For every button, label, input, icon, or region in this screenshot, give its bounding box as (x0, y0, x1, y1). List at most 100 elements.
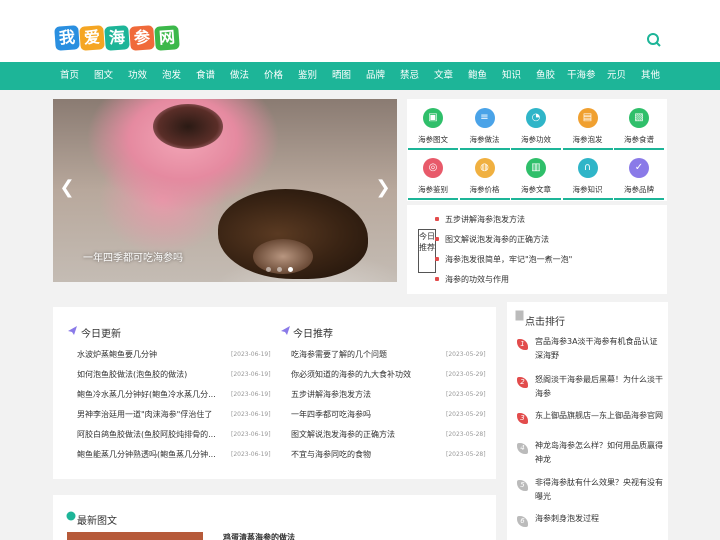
today-pick-link[interactable]: 图文解说泡发海参的正确方法 (435, 234, 549, 245)
site-logo[interactable]: 我爱海参网 (54, 25, 180, 51)
category-label: 海参做法 (459, 134, 510, 150)
category-item[interactable]: ✓ 海参品牌 (614, 158, 664, 200)
nav-item[interactable]: 图文 (94, 62, 113, 90)
rank-link[interactable]: 宫品海参3A淡干海参有机食品认证深海野 (535, 335, 663, 363)
rank-link[interactable]: 非得海参肽有什么效果？央视有没有曝光 (535, 476, 663, 504)
recommend-link[interactable]: 你必须知道的海参的九大食补功效 (291, 369, 431, 380)
document-icon: ▥ (526, 158, 546, 178)
rank-link[interactable]: 海参刺身泡发过程 (535, 512, 663, 526)
recommend-link[interactable]: 五步讲解海参泡发方法 (291, 389, 431, 400)
today-tag: 今日推荐 (418, 229, 436, 273)
nav-item[interactable]: 禁忌 (400, 62, 419, 90)
rank-link[interactable]: 怒阁淡干海参最后黑幕！为什么淡干海参 (535, 373, 663, 401)
recommend-date: [2023-05-29] (446, 391, 486, 398)
recommend-date: [2023-05-28] (446, 451, 486, 458)
category-label: 海参鉴别 (408, 184, 458, 200)
rank-number: 2 (517, 377, 528, 388)
nav-item[interactable]: 品牌 (366, 62, 385, 90)
today-pick-link[interactable]: 五步讲解海参泡发方法 (435, 214, 525, 225)
latest-link[interactable]: 如何泡鱼胶做法(泡鱼胶的做法) (77, 369, 225, 380)
nav-item[interactable]: 鲍鱼 (468, 62, 487, 90)
latest-date: [2023-06-19] (231, 431, 271, 438)
banner-caption[interactable]: 一年四季都可吃海参吗 (83, 249, 183, 264)
nav-item[interactable]: 做法 (230, 62, 249, 90)
latest-link[interactable]: 鲍鱼冷水蒸几分钟好(鲍鱼冷水蒸几分... (77, 389, 225, 400)
recommend-date: [2023-05-29] (446, 351, 486, 358)
category-label: 海参泡发 (562, 134, 613, 150)
today-picks-panel: 今日推荐 五步讲解海参泡发方法图文解说泡发海参的正确方法海参泡发很简单，牢记"泡… (407, 205, 667, 294)
category-item[interactable]: ◔ 海参功效 (511, 108, 561, 150)
category-item[interactable]: ◎ 海参鉴别 (408, 158, 458, 200)
carousel-dot[interactable] (266, 267, 271, 272)
main-nav: 首页 图文 功效 泡发 食谱 做法 价格 鉴别 晒图 品牌 禁忌 文章 鲍鱼 知识 鱼胶 干海参 元贝 其他 (0, 62, 720, 90)
clock-icon (66, 511, 76, 521)
nav-item[interactable]: 元贝 (607, 62, 626, 90)
chevron-left-icon[interactable]: ❮ (59, 177, 75, 198)
latest-date: [2023-06-19] (231, 371, 271, 378)
latest-pictures-panel: 最新图文 鸡蛋清蒸海参的做法 (53, 495, 496, 540)
nav-item[interactable]: 功效 (128, 62, 147, 90)
recommend-link[interactable]: 图文解说泡发海参的正确方法 (291, 429, 431, 440)
nav-item[interactable]: 首页 (60, 62, 79, 90)
nav-item[interactable]: 鉴别 (298, 62, 317, 90)
document-icon (515, 310, 524, 321)
category-item[interactable]: ▧ 海参食谱 (614, 108, 664, 150)
search-icon[interactable] (645, 31, 663, 49)
rank-link[interactable]: 神龙岛海参怎么样？如何用品质赢得神龙 (535, 439, 663, 467)
ranking-title: 点击排行 (525, 317, 565, 328)
nav-item[interactable]: 文章 (434, 62, 453, 90)
rank-number: 5 (517, 480, 528, 491)
today-pick-link[interactable]: 海参泡发很简单，牢记"泡一煮一泡" (434, 254, 572, 265)
nav-item[interactable]: 知识 (502, 62, 521, 90)
nav-item[interactable]: 价格 (264, 62, 283, 90)
category-item[interactable]: ◍ 海参价格 (459, 158, 510, 200)
headphone-icon: ∩ (577, 158, 598, 178)
logo-char: 海 (104, 25, 130, 51)
category-item[interactable]: ▤ 海参泡发 (562, 108, 613, 150)
latest-link[interactable]: 阿胶白鸽鱼胶做法(鱼胶阿胶炖排骨的... (77, 429, 225, 440)
latest-link[interactable]: 水波炉蒸鲍鱼要几分钟 (77, 349, 225, 360)
recommend-title: 今日推荐 (293, 329, 333, 340)
rank-number: 3 (517, 413, 528, 424)
list-icon: ≡ (474, 108, 495, 128)
category-label: 海参功效 (511, 134, 561, 150)
recommend-link[interactable]: 一年四季都可吃海参吗 (291, 409, 431, 420)
category-item[interactable]: ∩ 海参知识 (562, 158, 613, 200)
chevron-right-icon[interactable]: ❯ (375, 177, 391, 198)
flower-center (153, 104, 223, 149)
nav-item[interactable]: 干海参 (567, 62, 596, 90)
article-thumbnail[interactable] (67, 532, 203, 540)
recommend-link[interactable]: 吃海参需要了解的几个问题 (291, 349, 431, 360)
category-label: 海参文章 (511, 184, 561, 200)
chat-icon: ◔ (526, 108, 546, 128)
category-item[interactable]: ▥ 海参文章 (511, 158, 561, 200)
latest-date: [2023-06-19] (231, 451, 271, 458)
recommend-link[interactable]: 不宜与海参同吃的食物 (291, 449, 431, 460)
latest-pictures-title: 最新图文 (77, 516, 117, 527)
category-label: 海参价格 (459, 184, 510, 200)
carousel-dot[interactable] (277, 267, 282, 272)
carousel-dot-active[interactable] (288, 267, 293, 272)
latest-date: [2023-06-19] (231, 391, 271, 398)
nav-item[interactable]: 其他 (641, 62, 660, 90)
today-pick-link[interactable]: 海参的功效与作用 (435, 274, 509, 285)
target-icon: ◎ (423, 158, 443, 178)
latest-title: 今日更新 (81, 329, 121, 340)
nav-item[interactable]: 泡发 (162, 62, 181, 90)
nav-item[interactable]: 鱼胶 (536, 62, 555, 90)
banner-carousel[interactable]: ❮ ❯ 一年四季都可吃海参吗 (53, 99, 397, 282)
nav-item[interactable]: 晒图 (332, 62, 351, 90)
rank-number: 6 (517, 516, 528, 527)
recommend-date: [2023-05-28] (446, 431, 486, 438)
article-link[interactable]: 鸡蛋清蒸海参的做法 (223, 532, 295, 540)
globe-icon: ◍ (474, 158, 495, 178)
category-label: 海参知识 (562, 184, 613, 200)
plane-icon (68, 326, 77, 335)
latest-link[interactable]: 男神李治廷用一道"肉沫海参"俘治住了 (77, 409, 225, 420)
latest-link[interactable]: 鲍鱼能蒸几分钟熟透吗(鲍鱼蒸几分钟... (77, 449, 225, 460)
category-item[interactable]: ▣ 海参图文 (408, 108, 458, 150)
rank-link[interactable]: 东上御品旗舰店—东上御品海参官网 (535, 409, 663, 423)
ranking-panel: 点击排行 1 宫品海参3A淡干海参有机食品认证深海野 2 怒阁淡干海参最后黑幕！为什么… (507, 302, 668, 540)
category-item[interactable]: ≡ 海参做法 (459, 108, 510, 150)
nav-item[interactable]: 食谱 (196, 62, 215, 90)
